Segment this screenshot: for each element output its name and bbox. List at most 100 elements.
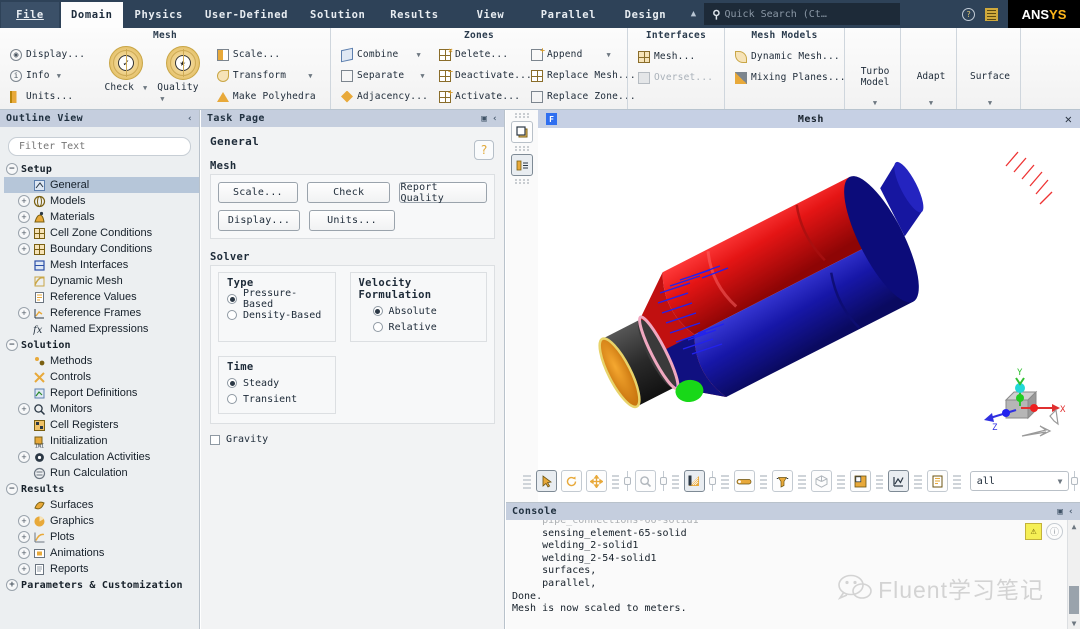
outline-item-mesh-interfaces[interactable]: Mesh Interfaces [4, 257, 199, 273]
chevron-down-icon[interactable]: ▼ [160, 95, 164, 103]
outline-item-reference-values[interactable]: Reference Values [4, 289, 199, 305]
toolbar-grip[interactable] [875, 473, 884, 489]
pan-view-icon[interactable] [585, 470, 607, 492]
outline-collapse-icon[interactable]: ‹ [187, 114, 193, 124]
view-cube-icon[interactable] [811, 470, 833, 492]
check-button[interactable]: Check [306, 182, 391, 203]
info-badge-icon[interactable]: ⓘ [1046, 523, 1063, 540]
toolbar-grip[interactable] [671, 473, 680, 489]
ribbon-item-transform[interactable]: Transform ▼ [214, 65, 323, 86]
chevron-down-icon[interactable]: ▼ [416, 51, 420, 59]
ribbon-item-turbo-model[interactable]: Turbo Model ▼ [849, 42, 901, 109]
display-button[interactable]: Display... [218, 210, 300, 231]
tab-physics[interactable]: Physics [125, 2, 193, 28]
tab-view[interactable]: View [453, 2, 527, 28]
outline-item-models[interactable]: + Models [4, 193, 199, 209]
outline-item-named-expressions[interactable]: fx Named Expressions [4, 321, 199, 337]
expander-plus-icon[interactable]: + [18, 451, 30, 463]
expander-plus-icon[interactable]: + [18, 307, 30, 319]
outline-item-general[interactable]: General [4, 177, 199, 193]
zoom-slider-left[interactable] [624, 471, 631, 491]
chevron-down-icon[interactable]: ▼ [929, 98, 933, 109]
scale-button[interactable]: Scale... [218, 182, 298, 203]
expander-plus-icon[interactable]: + [18, 403, 30, 415]
scroll-down-icon[interactable]: ▼ [1068, 617, 1080, 629]
expander-plus-icon[interactable]: + [18, 547, 30, 559]
toolbar-grip[interactable] [515, 146, 529, 152]
chevron-down-icon[interactable]: ▼ [57, 72, 61, 80]
expander-minus-icon[interactable]: − [6, 483, 18, 495]
toolbar-grip[interactable] [837, 473, 845, 489]
ribbon-item-display[interactable]: ◉ Display... [7, 44, 95, 65]
chevron-down-icon[interactable]: ▼ [143, 84, 147, 92]
toolbar-grip[interactable] [721, 473, 729, 489]
pin-icon[interactable]: ▣ [1057, 507, 1063, 517]
chevron-down-icon[interactable]: ▼ [607, 51, 611, 59]
outline-item-plots[interactable]: + Plots [4, 529, 199, 545]
ribbon-item-mesh-interface[interactable]: Mesh... [635, 46, 717, 67]
outline-item-setup[interactable]: − Setup [4, 161, 199, 177]
outline-item-initialization[interactable]: INI Initialization [4, 433, 199, 449]
expander-plus-icon[interactable]: + [6, 579, 18, 591]
overlay-icon[interactable] [849, 470, 871, 492]
toolbar-grip[interactable] [914, 473, 923, 489]
ribbon-item-check[interactable]: ✓ Check ▼ [98, 44, 155, 93]
toolbar-grip[interactable] [611, 473, 620, 489]
tab-file[interactable]: File [1, 2, 59, 28]
outline-item-materials[interactable]: + Materials [4, 209, 199, 225]
ribbon-item-mixing-planes[interactable]: Mixing Planes... [732, 67, 846, 88]
list-icon[interactable] [985, 7, 998, 21]
help-icon[interactable]: ? [962, 7, 975, 21]
ribbon-item-deactivate-zone[interactable]: − Deactivate... [436, 65, 532, 86]
filter-text-input[interactable] [8, 137, 191, 156]
tab-user-defined[interactable]: User-Defined [195, 2, 298, 28]
graphics-canvas[interactable]: X Y Z [538, 128, 1080, 458]
colormap-icon[interactable] [733, 470, 755, 492]
ribbon-item-separate[interactable]: Separate ▼ [338, 65, 430, 86]
outline-item-report-definitions[interactable]: Report Definitions [4, 385, 199, 401]
report-icon[interactable] [927, 470, 949, 492]
ribbon-item-delete-zone[interactable]: × Delete... [436, 44, 522, 65]
outline-item-monitors[interactable]: + Monitors [4, 401, 199, 417]
outline-item-parameters-customization[interactable]: + Parameters & Customization [4, 577, 199, 593]
task-page-collapse-icon[interactable]: ‹ [492, 114, 498, 124]
outline-item-animations[interactable]: + Animations [4, 545, 199, 561]
expander-minus-icon[interactable]: − [6, 339, 18, 351]
ribbon-item-scale[interactable]: Scale... [214, 44, 323, 65]
ribbon-item-replace-mesh[interactable]: Replace Mesh... [528, 65, 636, 86]
outline-item-controls[interactable]: Controls [4, 369, 199, 385]
outline-item-surfaces[interactable]: Surfaces [4, 497, 199, 513]
axes-triad-indicator[interactable]: X Y Z [976, 366, 1068, 450]
expander-plus-icon[interactable]: + [18, 211, 30, 223]
tab-domain[interactable]: Domain [61, 2, 123, 28]
expander-plus-icon[interactable]: + [18, 227, 30, 239]
chevron-down-icon[interactable]: ▼ [308, 72, 312, 80]
ribbon-item-adapt[interactable]: Adapt ▼ [905, 41, 957, 109]
display-options-icon[interactable] [684, 470, 706, 492]
radio-relative[interactable]: Relative [359, 319, 478, 335]
scrollbar-thumb[interactable] [1069, 586, 1079, 614]
chevron-down-icon[interactable]: ▼ [420, 72, 424, 80]
outline-item-methods[interactable]: Methods [4, 353, 199, 369]
ribbon-item-activate-zone[interactable]: + Activate... [436, 86, 522, 107]
chevron-down-icon[interactable]: ▼ [988, 98, 992, 109]
tab-results[interactable]: Results [377, 2, 451, 28]
radio-steady[interactable]: Steady [227, 375, 327, 391]
outline-item-run-calculation[interactable]: Run Calculation [4, 465, 199, 481]
report-quality-button[interactable]: Report Quality [399, 182, 488, 204]
pin-icon[interactable]: ▣ [481, 114, 487, 124]
ribbon-item-overset[interactable]: Overset... [635, 67, 717, 88]
radio-transient[interactable]: Transient [227, 391, 327, 407]
toolbar-grip[interactable] [515, 179, 529, 185]
gravity-checkbox[interactable]: Gravity [210, 434, 495, 445]
chevron-down-icon[interactable]: ▼ [873, 98, 877, 109]
expander-plus-icon[interactable]: + [18, 195, 30, 207]
ribbon-item-surface[interactable]: Surface ▼ [961, 41, 1019, 109]
radio-absolute[interactable]: Absolute [359, 303, 478, 319]
scroll-up-icon[interactable]: ▲ [1068, 520, 1080, 532]
outline-item-solution[interactable]: − Solution [4, 337, 199, 353]
ribbon-item-info[interactable]: i Info ▼ [7, 65, 95, 86]
ribbon-item-quality[interactable]: ★ Quality ▼ [154, 44, 211, 104]
toolbar-grip[interactable] [523, 473, 531, 489]
ribbon-item-replace-zone[interactable]: Replace Zone... [528, 86, 636, 107]
